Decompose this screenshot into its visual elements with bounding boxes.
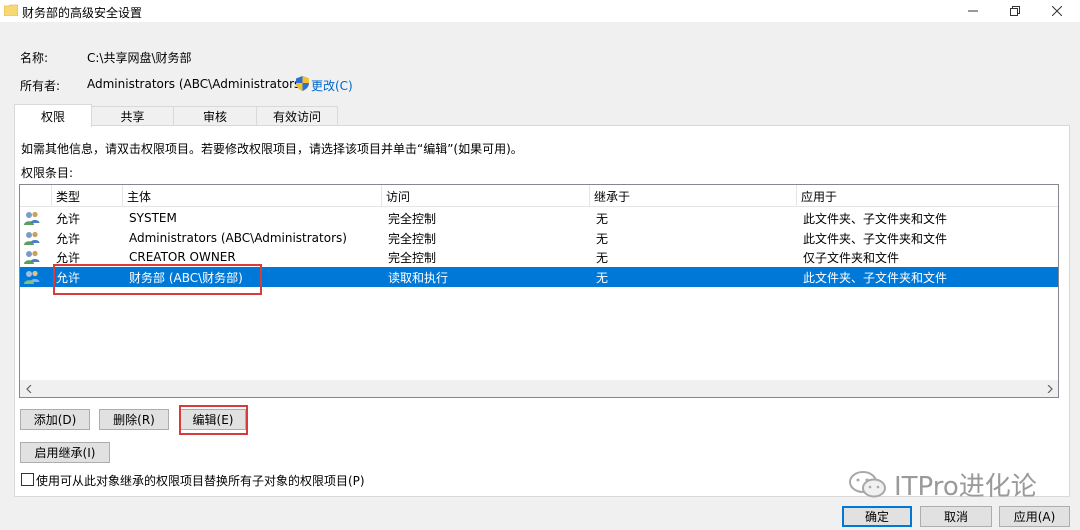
scroll-right-button[interactable]	[1041, 380, 1058, 397]
minimize-button[interactable]	[950, 0, 996, 22]
title-bar: 财务部的高级安全设置	[0, 0, 1080, 22]
change-owner-link[interactable]: 更改(C)	[311, 77, 353, 94]
apply-button[interactable]: 应用(A)	[999, 506, 1070, 527]
cell-principal: Administrators (ABC\Administrators)	[129, 231, 347, 245]
cell-applies-to: 仅子文件夹和文件	[803, 250, 900, 265]
header-inherited-from[interactable]: 继承于	[590, 185, 797, 207]
cell-principal: SYSTEM	[129, 211, 177, 225]
close-button[interactable]	[1034, 0, 1080, 22]
tab-effective-access[interactable]: 有效访问	[256, 106, 338, 126]
cell-applies-to: 此文件夹、子文件夹和文件	[803, 231, 948, 246]
watermark: ITPro进化论	[848, 466, 1037, 503]
horizontal-scrollbar[interactable]	[20, 380, 1058, 397]
close-icon	[1052, 6, 1062, 16]
cell-type: 允许	[56, 231, 81, 246]
remove-button[interactable]: 删除(R)	[99, 409, 169, 430]
instructions-text: 如需其他信息，请双击权限项目。若要修改权限项目，请选择该项目并单击“编辑”(如果…	[21, 142, 523, 156]
replace-child-permissions-checkbox[interactable]	[21, 473, 34, 486]
owner-value: Administrators (ABC\Administrators)	[87, 77, 305, 91]
users-icon	[24, 250, 40, 264]
table-row[interactable]: 允许 SYSTEM 完全控制 无 此文件夹、子文件夹和文件	[20, 208, 1058, 228]
cell-principal: CREATOR OWNER	[129, 250, 236, 264]
users-icon	[24, 270, 40, 284]
cell-inherited-from: 无	[596, 231, 609, 246]
name-value: C:\共享网盘\财务部	[87, 51, 192, 65]
tab-share[interactable]: 共享	[91, 106, 174, 126]
restore-icon	[1010, 6, 1020, 16]
header-type[interactable]: 类型	[52, 185, 123, 207]
restore-button[interactable]	[992, 0, 1038, 22]
header-principal[interactable]: 主体	[123, 185, 382, 207]
tab-permissions[interactable]: 权限	[14, 104, 92, 127]
chevron-right-icon	[1047, 384, 1053, 393]
table-row-selected[interactable]: 允许 财务部 (ABC\财务部) 读取和执行 无 此文件夹、子文件夹和文件	[20, 267, 1058, 287]
cell-inherited-from: 无	[596, 211, 609, 226]
window-title: 财务部的高级安全设置	[22, 6, 143, 20]
cell-type: 允许	[56, 211, 81, 226]
header-access[interactable]: 访问	[382, 185, 590, 207]
edit-button[interactable]: 编辑(E)	[180, 409, 246, 430]
wechat-icon	[849, 470, 886, 497]
users-icon	[24, 231, 40, 245]
cell-applies-to: 此文件夹、子文件夹和文件	[803, 211, 948, 226]
scroll-left-button[interactable]	[20, 380, 37, 397]
cell-access: 读取和执行	[388, 270, 449, 285]
uac-shield-icon	[296, 76, 309, 91]
permission-entries-label: 权限条目:	[21, 166, 74, 180]
folder-icon	[4, 4, 18, 16]
header-applies-to[interactable]: 应用于	[797, 185, 1058, 207]
list-header: 类型 主体 访问 继承于 应用于	[20, 185, 1058, 207]
ok-button[interactable]: 确定	[842, 506, 912, 527]
table-row[interactable]: 允许 Administrators (ABC\Administrators) 完…	[20, 228, 1058, 248]
cell-access: 完全控制	[388, 231, 437, 246]
cancel-button[interactable]: 取消	[920, 506, 992, 527]
header-icon-column	[20, 185, 52, 207]
tab-auditing[interactable]: 审核	[173, 106, 257, 126]
permission-entries-list[interactable]: 类型 主体 访问 继承于 应用于 允许 SYSTEM 完全控制 无 此文件夹、子…	[19, 184, 1059, 398]
minimize-icon	[968, 10, 978, 12]
name-label: 名称:	[20, 51, 49, 65]
cell-type: 允许	[56, 270, 81, 285]
owner-label: 所有者:	[20, 79, 61, 93]
cell-inherited-from: 无	[596, 250, 609, 265]
table-row[interactable]: 允许 CREATOR OWNER 完全控制 无 仅子文件夹和文件	[20, 247, 1058, 267]
cell-access: 完全控制	[388, 211, 437, 226]
chevron-left-icon	[25, 384, 31, 393]
add-button[interactable]: 添加(D)	[20, 409, 90, 430]
cell-principal: 财务部 (ABC\财务部)	[129, 270, 243, 285]
cell-inherited-from: 无	[596, 270, 609, 285]
cell-access: 完全控制	[388, 250, 437, 265]
watermark-text: ITPro进化论	[894, 472, 1037, 502]
cell-type: 允许	[56, 250, 81, 265]
replace-child-permissions-label: 使用可从此对象继承的权限项目替换所有子对象的权限项目(P)	[36, 474, 365, 488]
enable-inheritance-button[interactable]: 启用继承(I)	[20, 442, 110, 463]
users-icon	[24, 211, 40, 225]
cell-applies-to: 此文件夹、子文件夹和文件	[803, 270, 948, 285]
